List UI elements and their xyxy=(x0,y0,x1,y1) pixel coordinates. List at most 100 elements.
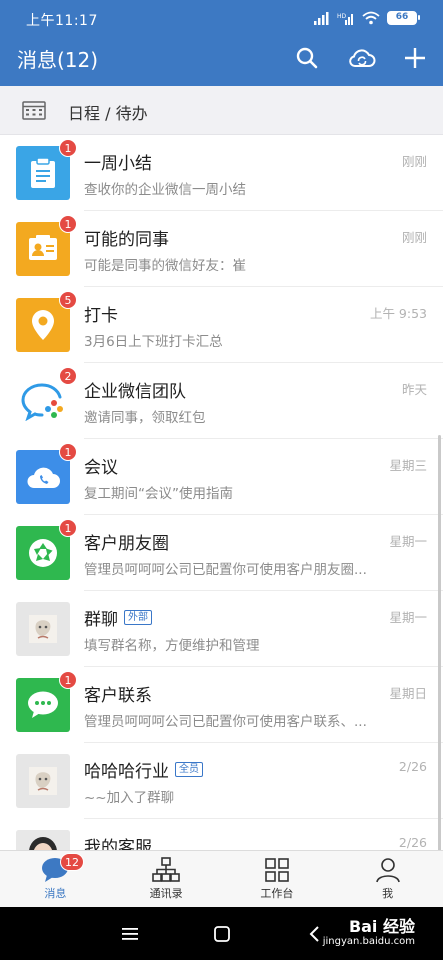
conversation-preview: 填写群名称，方便维护和管理 xyxy=(84,638,260,654)
conversation-preview: 查收你的企业微信一周小结 xyxy=(84,182,246,198)
unread-badge: 1 xyxy=(59,215,77,233)
wework-logo-icon xyxy=(21,383,63,421)
unread-badge: 1 xyxy=(59,671,77,689)
external-tag: 外部 xyxy=(124,610,152,625)
unread-badge: 2 xyxy=(59,367,77,385)
group-avatar-icon xyxy=(29,615,57,643)
unread-badge: 5 xyxy=(59,291,77,309)
tab-contacts[interactable]: 通讯录 xyxy=(111,851,222,907)
aperture-icon xyxy=(29,539,57,567)
conversation-preview: 复工期间“会议”使用指南 xyxy=(84,486,233,502)
scrollbar[interactable] xyxy=(438,435,441,850)
back-chevron-icon xyxy=(309,926,319,942)
plus-icon xyxy=(405,48,425,68)
conversation-time: 上午 9:53 xyxy=(369,306,427,321)
conversation-title: 群聊 xyxy=(84,610,118,630)
watermark-logo: Bai 经验 xyxy=(348,917,415,936)
conversation-title: 客户联系 xyxy=(84,686,152,706)
message-row-group-chat[interactable]: 群聊 外部 填写群名称，方便维护和管理 星期一 xyxy=(0,591,443,667)
location-pin-icon xyxy=(32,310,54,340)
message-row-meeting[interactable]: 1 会议 复工期间“会议”使用指南 星期三 xyxy=(0,439,443,515)
hd-signal-icon: HD xyxy=(337,13,353,25)
conversation-title: 哈哈哈行业 xyxy=(84,762,169,782)
svg-text:HD: HD xyxy=(337,13,347,20)
app-header: 上午11:17 HD 66 消息(12) xyxy=(0,0,443,86)
home-square-icon xyxy=(214,926,230,942)
page-title: 消息(12) xyxy=(17,48,99,72)
group-avatar-icon xyxy=(29,767,57,795)
conversation-time: 星期一 xyxy=(389,610,427,625)
conversation-title: 客户朋友圈 xyxy=(84,534,169,554)
message-row-wework-team[interactable]: 2 企业微信团队 邀请同事，领取红包 昨天 xyxy=(0,363,443,439)
avatar xyxy=(16,754,70,808)
chat-bubble-icon xyxy=(28,691,58,718)
cloud-refresh-icon xyxy=(349,49,376,68)
menu-icon xyxy=(122,928,138,940)
conversation-time: 星期三 xyxy=(389,458,427,473)
message-row-possible-colleagues[interactable]: 1 可能的同事 可能是同事的微信好友：崔 刚刚 xyxy=(0,211,443,287)
search-icon xyxy=(296,47,318,69)
conversation-preview: 管理员呵呵呵公司已配置你可使用客户联系、... xyxy=(84,714,367,730)
tab-label: 我 xyxy=(382,887,394,900)
message-row-industry-group[interactable]: 哈哈哈行业 全员 ~~加入了群聊 2/26 xyxy=(0,743,443,819)
conversation-preview: 可能是同事的微信好友：崔 xyxy=(84,258,246,274)
person-icon xyxy=(375,858,400,883)
schedule-label: 日程 / 待办 xyxy=(68,104,148,123)
unread-badge: 1 xyxy=(59,139,77,157)
unread-badge: 1 xyxy=(59,443,77,461)
battery-indicator: 66 xyxy=(387,11,420,25)
clipboard-icon xyxy=(31,157,55,188)
message-row-check-in[interactable]: 5 打卡 3月6日上下班打卡汇总 上午 9:53 xyxy=(0,287,443,363)
contact-card-icon xyxy=(29,235,57,260)
conversation-title: 可能的同事 xyxy=(84,230,169,250)
tab-me[interactable]: 我 xyxy=(332,851,443,907)
avatar xyxy=(16,830,70,850)
conversation-time: 2/26 xyxy=(398,835,427,850)
avatar xyxy=(16,602,70,656)
conversation-preview: ~~加入了群聊 xyxy=(84,790,175,806)
cloud-phone-icon xyxy=(27,467,60,488)
status-time: 上午11:17 xyxy=(26,13,98,29)
calendar-icon xyxy=(22,101,46,120)
cloud-disk-button[interactable] xyxy=(346,42,378,74)
wifi-icon xyxy=(362,11,380,25)
conversation-time: 昨天 xyxy=(401,382,427,397)
conversation-preview: 管理员呵呵呵公司已配置你可使用客户朋友圈... xyxy=(84,562,367,578)
conversation-preview: 3月6日上下班打卡汇总 xyxy=(84,334,223,350)
message-list[interactable]: 1 一周小结 查收你的企业微信一周小结 刚刚 1 可能的同事 可能是同事的微信好… xyxy=(0,135,443,850)
conversation-time: 刚刚 xyxy=(401,230,427,245)
add-button[interactable] xyxy=(399,42,431,74)
person-avatar-icon xyxy=(16,830,70,850)
tab-label: 消息 xyxy=(44,887,67,900)
conversation-time: 星期一 xyxy=(389,534,427,549)
home-button[interactable] xyxy=(208,920,236,948)
schedule-todo-row[interactable]: 日程 / 待办 xyxy=(0,86,443,135)
watermark-url: jingyan.baidu.com xyxy=(322,936,415,947)
tab-messages[interactable]: 12 消息 xyxy=(0,851,111,907)
conversation-preview: 邀请同事，领取红包 xyxy=(84,410,206,426)
message-row-customer-moments[interactable]: 1 客户朋友圈 管理员呵呵呵公司已配置你可使用客户朋友圈... 星期一 xyxy=(0,515,443,591)
conversation-title: 打卡 xyxy=(84,306,118,326)
grid-icon xyxy=(265,858,289,882)
org-chart-icon xyxy=(152,857,180,882)
conversation-title: 会议 xyxy=(84,458,118,478)
conversation-title: 我的客服 xyxy=(84,838,152,850)
tab-workbench[interactable]: 工作台 xyxy=(222,851,333,907)
conversation-time: 2/26 xyxy=(398,759,427,774)
conversation-time: 星期日 xyxy=(389,686,427,701)
message-row-customer-contact[interactable]: 1 客户联系 管理员呵呵呵公司已配置你可使用客户联系、... 星期日 xyxy=(0,667,443,743)
signal-icon xyxy=(314,11,329,25)
menu-button[interactable] xyxy=(116,920,144,948)
message-row-my-customer-service[interactable]: 我的客服 2/26 xyxy=(0,819,443,850)
status-icons: HD 66 xyxy=(314,10,420,26)
conversation-title: 企业微信团队 xyxy=(84,382,186,402)
search-button[interactable] xyxy=(291,42,323,74)
message-row-weekly-summary[interactable]: 1 一周小结 查收你的企业微信一周小结 刚刚 xyxy=(0,135,443,211)
unread-badge: 1 xyxy=(59,519,77,537)
all-staff-tag: 全员 xyxy=(175,762,203,777)
tab-label: 工作台 xyxy=(260,887,294,900)
bottom-tab-bar: 12 消息 通讯录 工作台 我 xyxy=(0,850,443,907)
system-navigation-bar: Bai 经验 jingyan.baidu.com xyxy=(0,907,443,960)
conversation-time: 刚刚 xyxy=(401,154,427,169)
conversation-title: 一周小结 xyxy=(84,154,152,174)
